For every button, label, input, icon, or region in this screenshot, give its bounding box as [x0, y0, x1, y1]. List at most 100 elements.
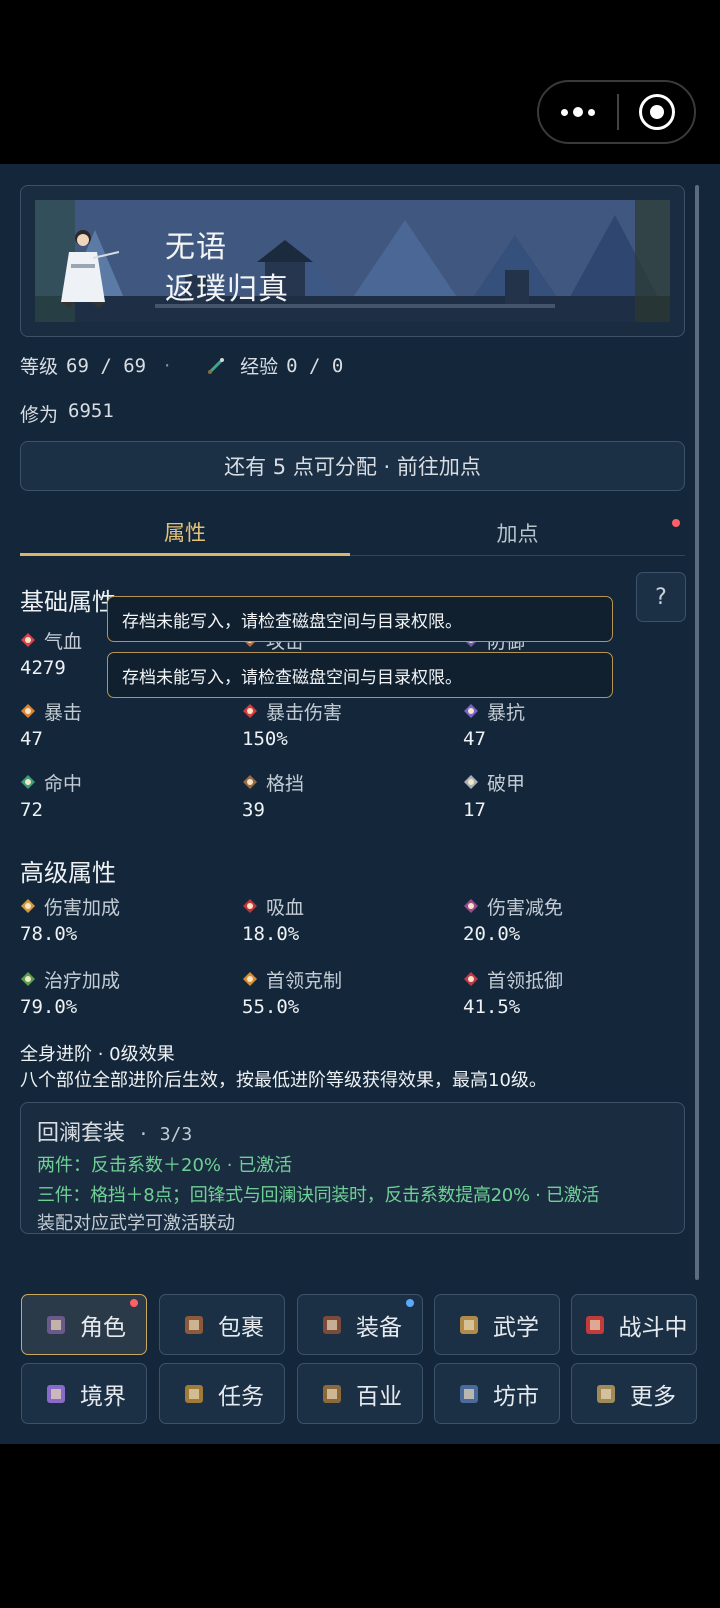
equipment-icon	[323, 1315, 341, 1334]
block-icon	[243, 775, 257, 789]
nav-market-button[interactable]: 坊市	[434, 1363, 560, 1424]
nav-character-button[interactable]: 角色	[21, 1294, 147, 1355]
tab-attributes[interactable]: 属性	[20, 510, 350, 556]
stat-label: 治疗加成	[44, 969, 121, 992]
full-body-advance-desc: 八个部位全部进阶后生效，按最低进阶等级获得效果，最高10级。	[20, 1070, 547, 1091]
damage-reduction-icon	[464, 899, 478, 913]
quest-icon	[185, 1384, 203, 1403]
stat-label-row: 暴抗	[463, 698, 663, 724]
stat-label: 格挡	[266, 772, 305, 795]
nav-battle-button[interactable]: 战斗中	[571, 1294, 697, 1355]
stat-lifesteal: 吸血 18.0%	[242, 893, 442, 946]
stat-damage-reduction: 伤害减免 20.0%	[463, 893, 663, 946]
heart-icon	[21, 633, 35, 647]
exp-value: 0 / 0	[286, 354, 344, 377]
cultivation-value: 6951	[68, 400, 114, 422]
tab-add-points[interactable]: 加点	[350, 510, 685, 556]
set-name: 回澜套装	[37, 1121, 126, 1146]
crit-damage-icon	[243, 704, 257, 718]
stat-label-row: 首领抵御	[463, 966, 663, 992]
nav-equipment-button[interactable]: 装备	[297, 1294, 423, 1355]
stat-boss-resist: 首领抵御 41.5%	[463, 966, 663, 1019]
scrollbar[interactable]	[695, 185, 699, 1280]
bag-icon	[185, 1315, 203, 1334]
stat-block: 格挡 39	[242, 769, 442, 822]
nav-martial-arts-button[interactable]: 武学	[434, 1294, 560, 1355]
realm-icon	[47, 1384, 65, 1403]
stat-label-row: 治疗加成	[20, 966, 220, 992]
set-bonus-3: 三件：格挡＋8点；回锋式与回澜诀同装时，反击系数提高20% · 已激活	[37, 1185, 600, 1206]
nav-quest-button[interactable]: 任务	[159, 1363, 285, 1424]
exp-label: 经验	[240, 356, 279, 378]
nav-label: 角色	[80, 1314, 126, 1341]
more-menu-icon[interactable]	[539, 82, 617, 142]
stat-label-row: 暴击伤害	[242, 698, 442, 724]
stat-heal-bonus: 治疗加成 79.0%	[20, 966, 220, 1019]
notification-dot	[672, 519, 680, 527]
nav-label: 战斗中	[618, 1314, 688, 1341]
equipment-set-card: 回澜套装 · 3/3 两件：反击系数＋20% · 已激活 三件：格挡＋8点；回锋…	[20, 1102, 685, 1234]
nav-label: 包裹	[218, 1314, 264, 1341]
nav-label: 装备	[356, 1314, 402, 1341]
lifesteal-icon	[243, 899, 257, 913]
hero-avatar	[61, 230, 119, 308]
save-error-toast: 存档未能写入，请检查磁盘空间与目录权限。	[107, 596, 613, 642]
stat-label-row: 暴击	[20, 698, 220, 724]
accuracy-icon	[21, 775, 35, 789]
boss-counter-icon	[243, 972, 257, 986]
basic-attributes-title: 基础属性	[20, 588, 116, 616]
stat-value: 20.0%	[463, 923, 521, 945]
help-button[interactable]: ?	[636, 572, 686, 622]
stat-value: 47	[20, 728, 43, 750]
nav-label: 坊市	[493, 1383, 539, 1410]
stat-label: 伤害减免	[487, 896, 564, 919]
stat-label-row: 命中	[20, 769, 220, 795]
landscape-illustration	[35, 200, 670, 322]
stat-crit-damage: 暴击伤害 150%	[242, 698, 442, 751]
nav-badge-dot	[130, 1299, 138, 1307]
nav-bag-button[interactable]: 包裹	[159, 1294, 285, 1355]
level-value: 69 / 69	[66, 354, 147, 377]
stat-crit-resist: 暴抗 47	[463, 698, 663, 751]
stat-label-row: 格挡	[242, 769, 442, 795]
nav-label: 任务	[218, 1383, 264, 1410]
stat-label: 伤害加成	[44, 896, 121, 919]
cultivation-label: 修为	[20, 404, 59, 426]
stat-label: 暴抗	[487, 701, 526, 724]
professions-icon	[323, 1384, 341, 1403]
character-realm: 返璞归真	[165, 272, 289, 307]
stat-burst: 暴击 47	[20, 698, 220, 751]
allocate-points-button[interactable]: 还有 5 点可分配 · 前往加点	[20, 441, 685, 491]
nav-professions-button[interactable]: 百业	[297, 1363, 423, 1424]
burst-icon	[21, 704, 35, 718]
more-icon	[597, 1384, 615, 1403]
cultivation-line: 修为 6951	[20, 400, 114, 427]
stat-label: 吸血	[266, 896, 305, 919]
character-banner-card: 无语 返璞归真	[20, 185, 685, 337]
nav-label: 更多	[630, 1383, 676, 1410]
set-name-line: 回澜套装 · 3/3	[37, 1115, 668, 1147]
set-note: 装配对应武学可激活联动	[37, 1213, 235, 1234]
armor-break-icon	[464, 775, 478, 789]
close-miniprogram-icon[interactable]	[619, 94, 694, 130]
stat-label-row: 首领克制	[242, 966, 442, 992]
level-label: 等级	[20, 356, 59, 378]
crit-resist-icon	[464, 704, 478, 718]
stat-label-row: 吸血	[242, 893, 442, 919]
stat-value: 39	[242, 799, 265, 821]
stat-label-row: 伤害加成	[20, 893, 220, 919]
nav-label: 武学	[493, 1314, 539, 1341]
stat-accuracy: 命中 72	[20, 769, 220, 822]
stat-damage-bonus: 伤害加成 78.0%	[20, 893, 220, 946]
nav-badge-dot	[406, 1299, 414, 1307]
martial-arts-icon	[460, 1315, 478, 1334]
damage-bonus-icon	[21, 899, 35, 913]
set-count: · 3/3	[138, 1124, 193, 1145]
nav-realm-button[interactable]: 境界	[21, 1363, 147, 1424]
stat-value: 55.0%	[242, 996, 300, 1018]
nav-more-button[interactable]: 更多	[571, 1363, 697, 1424]
stat-boss-counter: 首领克制 55.0%	[242, 966, 442, 1019]
stat-label: 首领克制	[266, 969, 343, 992]
stat-value: 79.0%	[20, 996, 78, 1018]
boss-resist-icon	[464, 972, 478, 986]
